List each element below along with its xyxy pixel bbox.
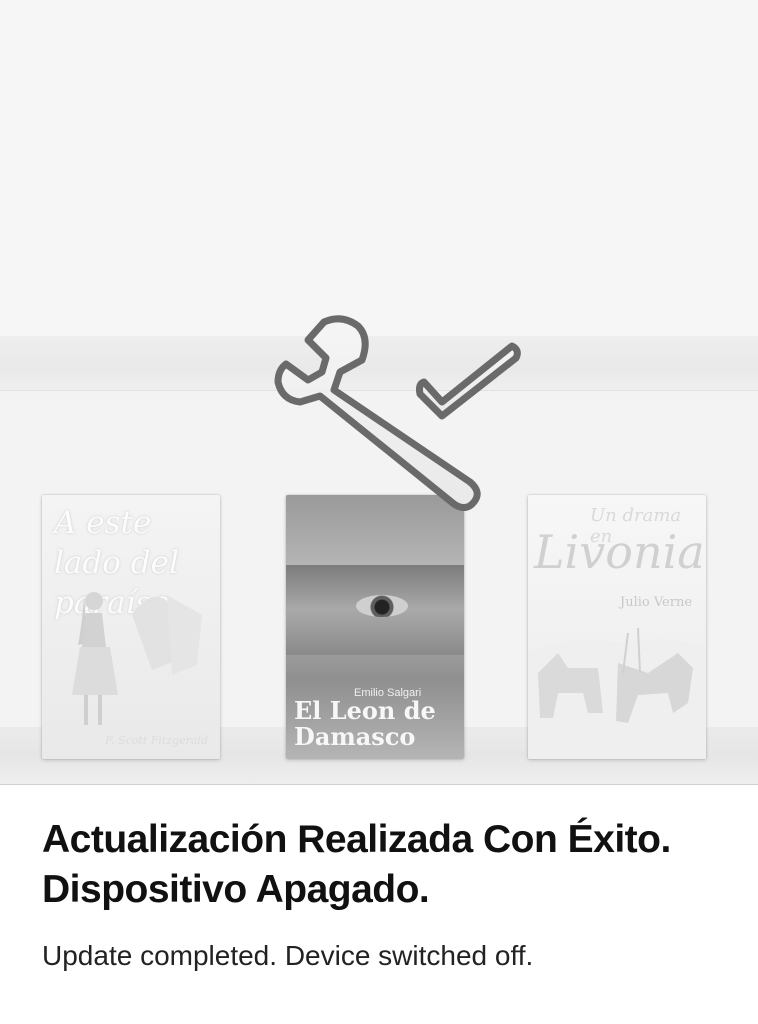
wrench-checkmark-icon — [274, 315, 521, 511]
update-message-subtitle: Update completed. Device switched off. — [42, 940, 534, 971]
book-author: F. Scott Fitzgerald — [105, 734, 208, 747]
update-complete-screen: A este lado del paraíso F. Scott Fitzger… — [0, 0, 758, 1024]
eye-illustration — [356, 595, 408, 617]
update-message-panel: Actualización Realizada Con Éxito. Dispo… — [0, 785, 758, 1024]
book-cover-el-leon-de-damasco: Emilio Salgari El Leon de Damasco — [286, 495, 464, 759]
book-author: Julio Verne — [620, 595, 693, 610]
wolves-illustration — [528, 627, 706, 759]
title-line-1: Actualización Realizada Con Éxito. — [42, 818, 671, 861]
background-figures-illustration — [132, 595, 202, 675]
book-cover-a-este-lado-del-paraiso: A este lado del paraíso F. Scott Fitzger… — [42, 495, 220, 759]
book-title-big: Livonia — [534, 525, 705, 579]
update-message-title: Actualización Realizada Con Éxito. Dispo… — [42, 815, 742, 915]
book-title: El Leon de Damasco — [294, 696, 436, 751]
empty-top-area — [0, 0, 758, 336]
book-cover-un-drama-en-livonia: Un drama en Livonia Julio Verne — [528, 495, 706, 759]
title-line-2: Dispositivo Apagado. — [42, 868, 430, 911]
